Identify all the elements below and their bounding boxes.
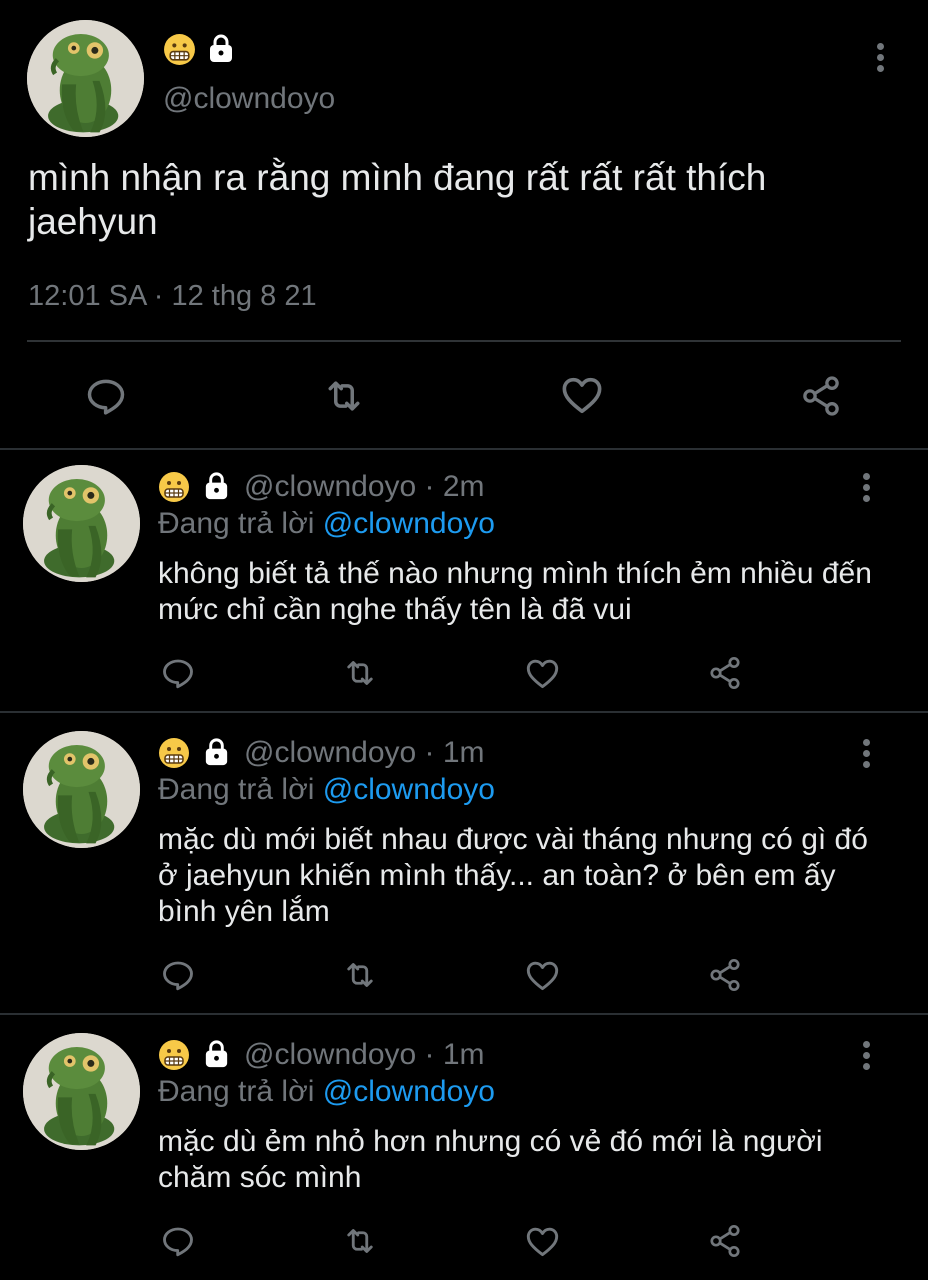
like-icon[interactable] — [559, 372, 605, 418]
grimacing-emoji-icon — [158, 1039, 190, 1071]
tweet-text: không biết tả thế nào nhưng mình thích ẻ… — [158, 557, 872, 626]
more-options-icon[interactable] — [861, 1041, 871, 1074]
mention-link[interactable]: @clowndoyo — [323, 507, 495, 540]
avatar[interactable] — [23, 1033, 140, 1150]
tweet-text: mặc dù mới biết nhau được vài tháng nhưn… — [158, 823, 868, 928]
lock-icon — [205, 32, 237, 64]
replying-to: Đang trả lời @clowndoyo — [158, 773, 495, 806]
more-options-icon[interactable] — [861, 473, 871, 506]
retweet-icon[interactable] — [340, 957, 380, 993]
username-handle[interactable]: @clowndoyo — [163, 82, 335, 116]
lock-icon — [201, 1038, 232, 1069]
replying-to: Đang trả lời @clowndoyo — [158, 1075, 495, 1108]
reply-icon[interactable] — [160, 655, 196, 691]
avatar[interactable] — [23, 465, 140, 582]
grimacing-emoji-icon — [158, 737, 190, 769]
reply-icon[interactable] — [84, 374, 128, 418]
divider — [0, 711, 928, 713]
share-icon[interactable] — [707, 957, 743, 993]
reply-header[interactable]: @clowndoyo · 1m — [244, 736, 485, 770]
tweet-text: mình nhận ra rằng mình đang rất rất rất … — [28, 157, 767, 242]
lock-icon — [201, 736, 232, 767]
like-icon[interactable] — [524, 1223, 561, 1260]
replying-to: Đang trả lời @clowndoyo — [158, 507, 495, 540]
divider — [0, 1013, 928, 1015]
reply-icon[interactable] — [160, 1223, 196, 1259]
avatar[interactable] — [23, 731, 140, 848]
share-icon[interactable] — [799, 374, 843, 418]
retweet-icon[interactable] — [340, 1223, 380, 1259]
reply-icon[interactable] — [160, 957, 196, 993]
more-options-icon[interactable] — [875, 43, 885, 76]
like-icon[interactable] — [524, 957, 561, 994]
share-icon[interactable] — [707, 655, 743, 691]
tweet-timestamp[interactable]: 12:01 SA · 12 thg 8 21 — [28, 280, 317, 313]
reply-header[interactable]: @clowndoyo · 1m — [244, 1038, 485, 1072]
share-icon[interactable] — [707, 1223, 743, 1259]
retweet-icon[interactable] — [340, 655, 380, 691]
tweet-text: mặc dù ẻm nhỏ hơn nhưng có vẻ đó mới là … — [158, 1125, 823, 1194]
mention-link[interactable]: @clowndoyo — [323, 1075, 495, 1108]
lock-icon — [201, 470, 232, 501]
more-options-icon[interactable] — [861, 739, 871, 772]
mention-link[interactable]: @clowndoyo — [323, 773, 495, 806]
like-icon[interactable] — [524, 655, 561, 692]
avatar[interactable] — [27, 20, 144, 137]
divider — [27, 340, 901, 342]
retweet-icon[interactable] — [320, 374, 368, 418]
divider — [0, 448, 928, 450]
reply-header[interactable]: @clowndoyo · 2m — [244, 470, 485, 504]
grimacing-emoji-icon — [163, 33, 196, 66]
grimacing-emoji-icon — [158, 471, 190, 503]
